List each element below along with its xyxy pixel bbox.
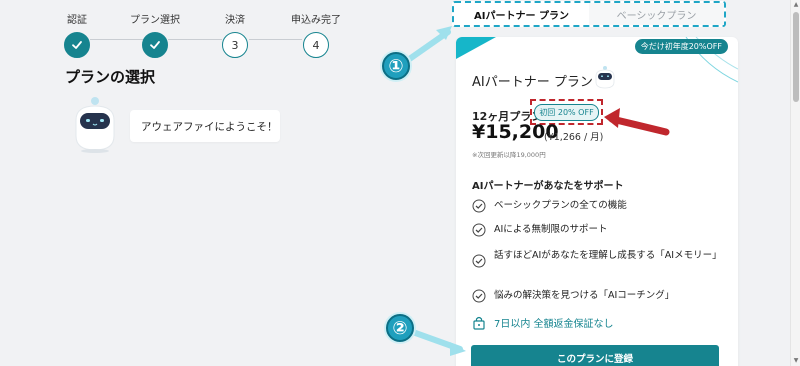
refund-guarantee: 7日以内 全額返金保証なし	[472, 315, 614, 330]
check-circle-icon	[472, 254, 486, 268]
step-label: 認証	[67, 15, 87, 26]
step-label: 決済	[225, 15, 245, 26]
feature-item: ベーシックプランの全ての機能	[472, 199, 722, 213]
step-number: 4	[303, 32, 329, 58]
scroll-down-icon[interactable]: ▼	[793, 357, 799, 365]
feature-text: AIによる無制限のサポート	[494, 224, 608, 235]
step-plan-select: プラン選択	[125, 11, 185, 58]
feature-item: 悩みの解決策を見つける「AIコーチング」	[472, 289, 722, 303]
feature-text: ベーシックプランの全ての機能	[494, 200, 627, 211]
tab-basic-plan[interactable]: ベーシックプラン	[589, 3, 724, 25]
feature-item: 話すほどAIがあなたを理解し成長する「AIメモリー」	[472, 249, 722, 268]
support-title: AIパートナーがあなたをサポート	[472, 181, 624, 192]
step-label: プラン選択	[130, 15, 180, 26]
lock-icon	[473, 316, 485, 330]
greeting-bubble: アウェアファイにようこそ！	[130, 110, 280, 142]
step-payment: 決済 3	[205, 11, 265, 58]
discount-badge: 初回 20% OFF	[534, 103, 599, 121]
robot-small-icon	[595, 66, 615, 89]
annotation-badge-2: ②	[386, 314, 414, 342]
check-circle-icon	[472, 223, 486, 237]
scroll-thumb[interactable]	[793, 12, 799, 102]
guarantee-text: 7日以内 全額返金保証なし	[494, 319, 614, 330]
scrollbar[interactable]: ▲ ▼	[790, 0, 800, 366]
plan-card: 今だけ初年度20%OFF AIパートナー プラン 12ヶ月プラン 初回 20% …	[456, 37, 738, 366]
feature-text: 話すほどAIがあなたを理解し成長する「AIメモリー」	[494, 250, 722, 261]
plan-tabs: AIパートナー プラン ベーシックプラン	[452, 1, 726, 27]
promo-badge: 今だけ初年度20%OFF	[634, 39, 728, 54]
page-title: プランの選択	[65, 68, 156, 86]
plan-name: AIパートナー プラン	[472, 75, 593, 90]
step-check-icon	[142, 32, 168, 58]
annotation-badge-1: ①	[382, 52, 410, 80]
feature-text: 悩みの解決策を見つける「AIコーチング」	[494, 290, 675, 301]
robot-mascot-icon	[75, 97, 115, 153]
renewal-note: ※次回更新以降19,000円	[472, 151, 546, 159]
feature-item: AIによる無制限のサポート	[472, 223, 722, 237]
check-circle-icon	[472, 199, 486, 213]
tab-ai-partner-plan[interactable]: AIパートナー プラン	[454, 3, 589, 25]
monthly-price: (¥1,266 / 月)	[544, 132, 604, 143]
step-auth: 認証	[47, 11, 107, 58]
check-circle-icon	[472, 289, 486, 303]
step-complete: 申込み完了 4	[286, 11, 346, 58]
scroll-up-icon[interactable]: ▲	[793, 1, 799, 9]
step-number: 3	[222, 32, 248, 58]
subscribe-button[interactable]: このプランに登録	[471, 345, 719, 366]
step-label: 申込み完了	[291, 15, 341, 26]
step-check-icon	[64, 32, 90, 58]
